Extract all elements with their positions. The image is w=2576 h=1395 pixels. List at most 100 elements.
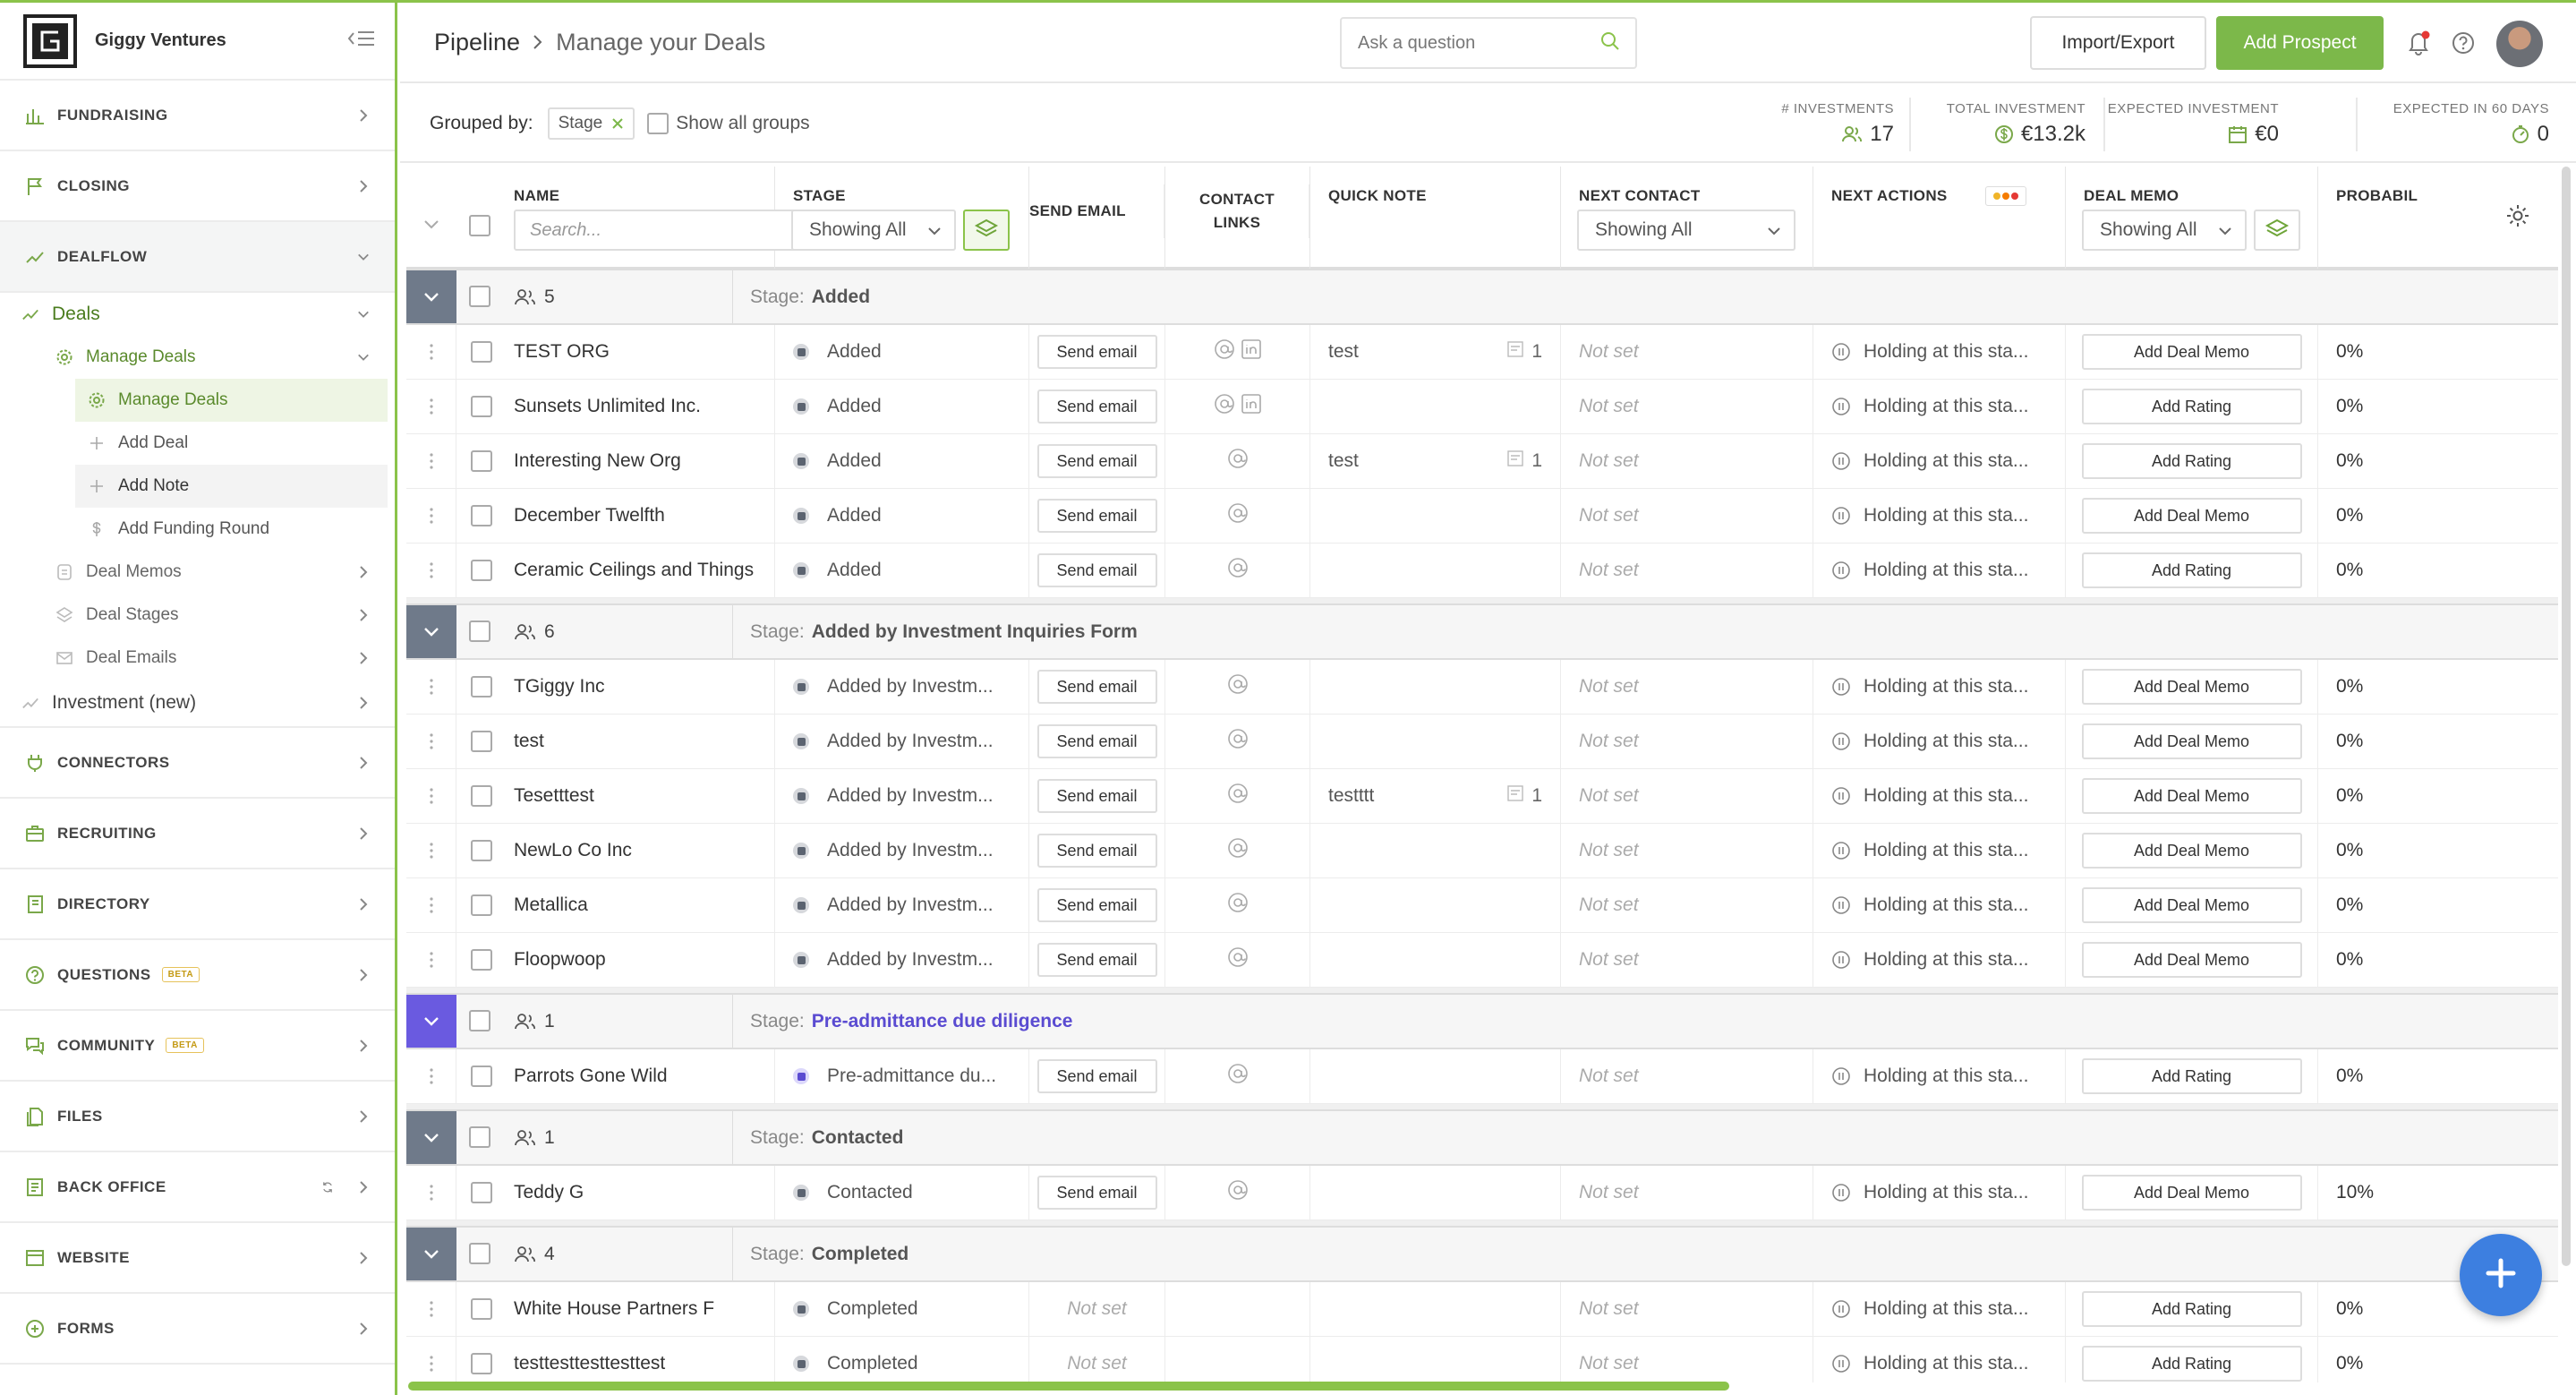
probability-cell[interactable]: 0%	[2318, 878, 2558, 932]
search-icon[interactable]	[1599, 30, 1621, 56]
stage-cell[interactable]: Added by Investm...	[775, 878, 1029, 932]
refresh-icon[interactable]	[321, 1181, 334, 1194]
quick-note-cell[interactable]	[1310, 824, 1561, 877]
send-email-button[interactable]: Send email	[1036, 779, 1157, 813]
send-email-button[interactable]: Send email	[1036, 335, 1157, 369]
stage-cell[interactable]: Completed	[775, 1282, 1029, 1336]
sidebar-item-investment-new[interactable]: Investment (new)	[0, 680, 395, 728]
add-rating-button[interactable]: Add Rating	[2081, 1291, 2302, 1327]
drag-handle-icon[interactable]	[406, 769, 456, 823]
next-actions-cell[interactable]: Holding at this sta...	[1813, 434, 2066, 488]
row-checkbox[interactable]	[471, 785, 492, 807]
send-email-button[interactable]: Send email	[1036, 1059, 1157, 1093]
drag-handle-icon[interactable]	[406, 434, 456, 488]
probability-cell[interactable]: 0%	[2318, 769, 2558, 823]
sidebar-section-questions[interactable]: QUESTIONS BETA	[0, 940, 395, 1011]
row-checkbox[interactable]	[471, 505, 492, 526]
next-actions-cell[interactable]: Holding at this sta...	[1813, 1049, 2066, 1103]
group-collapse-toggle[interactable]	[406, 995, 456, 1048]
next-actions-cell[interactable]: Holding at this sta...	[1813, 325, 2066, 379]
send-email-button[interactable]: Send email	[1036, 499, 1157, 533]
add-deal-memo-button[interactable]: Add Deal Memo	[2081, 498, 2302, 534]
probability-cell[interactable]: 0%	[2318, 434, 2558, 488]
next-contact-cell[interactable]: Not set	[1561, 769, 1813, 823]
drag-handle-icon[interactable]	[406, 1049, 456, 1103]
deal-memo-layers-button[interactable]	[2254, 210, 2300, 251]
deal-name-cell[interactable]: NewLo Co Inc	[507, 824, 775, 877]
next-actions-cell[interactable]: Holding at this sta...	[1813, 489, 2066, 543]
group-collapse-toggle[interactable]	[406, 605, 456, 658]
deal-name-cell[interactable]: testtesttesttesttest	[507, 1337, 775, 1382]
stage-cell[interactable]: Contacted	[775, 1166, 1029, 1220]
user-avatar[interactable]	[2496, 21, 2543, 67]
probability-cell[interactable]: 0%	[2318, 824, 2558, 877]
add-deal-memo-button[interactable]: Add Deal Memo	[2081, 723, 2302, 759]
stage-cell[interactable]: Added	[775, 434, 1029, 488]
column-next-contact[interactable]: NEXT CONTACT	[1579, 184, 1701, 208]
group-select-checkbox[interactable]	[469, 620, 490, 642]
email-at-icon[interactable]	[1227, 728, 1249, 755]
row-checkbox[interactable]	[471, 840, 492, 861]
row-checkbox[interactable]	[471, 1353, 492, 1374]
add-deal-memo-button[interactable]: Add Deal Memo	[2081, 334, 2302, 370]
drag-handle-icon[interactable]	[406, 824, 456, 877]
send-email-button[interactable]: Send email	[1036, 888, 1157, 922]
help-icon[interactable]	[2450, 30, 2477, 56]
drag-handle-icon[interactable]	[406, 489, 456, 543]
drag-handle-icon[interactable]	[406, 543, 456, 597]
bell-icon[interactable]	[2405, 30, 2432, 56]
send-email-button[interactable]: Send email	[1036, 834, 1157, 868]
send-email-button[interactable]: Send email	[1036, 389, 1157, 424]
sidebar-section-files[interactable]: FILES	[0, 1082, 395, 1152]
row-checkbox[interactable]	[471, 560, 492, 581]
sidebar-item-deal-emails[interactable]: Deal Emails	[0, 637, 395, 680]
add-fab-button[interactable]	[2460, 1234, 2542, 1316]
quick-note-cell[interactable]	[1310, 489, 1561, 543]
stage-cell[interactable]: Added by Investm...	[775, 769, 1029, 823]
deal-name-cell[interactable]: Teddy G	[507, 1166, 775, 1220]
drag-handle-icon[interactable]	[406, 1337, 456, 1382]
email-at-icon[interactable]	[1214, 393, 1235, 420]
probability-cell[interactable]: 0%	[2318, 1337, 2558, 1382]
quick-note-cell[interactable]	[1310, 380, 1561, 433]
next-actions-cell[interactable]: Holding at this sta...	[1813, 380, 2066, 433]
email-at-icon[interactable]	[1227, 673, 1249, 700]
quick-note-cell[interactable]	[1310, 543, 1561, 597]
deal-name-cell[interactable]: test	[507, 715, 775, 768]
next-actions-cell[interactable]: Holding at this sta...	[1813, 1282, 2066, 1336]
sidebar-item-manage-deals[interactable]: Manage Deals	[0, 336, 395, 379]
email-at-icon[interactable]	[1227, 837, 1249, 864]
quick-note-cell[interactable]	[1310, 715, 1561, 768]
linkedin-icon[interactable]	[1241, 338, 1262, 365]
deal-name-cell[interactable]: Metallica	[507, 878, 775, 932]
quick-note-cell[interactable]	[1310, 1166, 1561, 1220]
quick-note-cell[interactable]: testttt 1	[1310, 769, 1561, 823]
next-contact-cell[interactable]: Not set	[1561, 1337, 1813, 1382]
priority-dots-icon[interactable]	[1985, 186, 2026, 206]
next-contact-cell[interactable]: Not set	[1561, 489, 1813, 543]
next-actions-cell[interactable]: Holding at this sta...	[1813, 543, 2066, 597]
group-collapse-toggle[interactable]	[406, 1111, 456, 1164]
drag-handle-icon[interactable]	[406, 1166, 456, 1220]
email-at-icon[interactable]	[1227, 557, 1249, 584]
drag-handle-icon[interactable]	[406, 878, 456, 932]
next-contact-cell[interactable]: Not set	[1561, 1282, 1813, 1336]
next-actions-cell[interactable]: Holding at this sta...	[1813, 1166, 2066, 1220]
stage-cell[interactable]: Added by Investm...	[775, 933, 1029, 987]
email-at-icon[interactable]	[1227, 946, 1249, 973]
add-deal-memo-button[interactable]: Add Deal Memo	[2081, 942, 2302, 978]
next-contact-cell[interactable]: Not set	[1561, 933, 1813, 987]
add-rating-button[interactable]: Add Rating	[2081, 1346, 2302, 1382]
stage-cell[interactable]: Added by Investm...	[775, 715, 1029, 768]
add-rating-button[interactable]: Add Rating	[2081, 552, 2302, 588]
next-contact-cell[interactable]: Not set	[1561, 380, 1813, 433]
row-checkbox[interactable]	[471, 731, 492, 752]
email-at-icon[interactable]	[1227, 448, 1249, 475]
group-collapse-toggle[interactable]	[406, 1228, 456, 1280]
row-checkbox[interactable]	[471, 1066, 492, 1087]
next-contact-cell[interactable]: Not set	[1561, 543, 1813, 597]
next-actions-cell[interactable]: Holding at this sta...	[1813, 1337, 2066, 1382]
probability-cell[interactable]: 0%	[2318, 715, 2558, 768]
probability-cell[interactable]: 0%	[2318, 325, 2558, 379]
sidebar-item-deal-stages[interactable]: Deal Stages	[0, 594, 395, 637]
